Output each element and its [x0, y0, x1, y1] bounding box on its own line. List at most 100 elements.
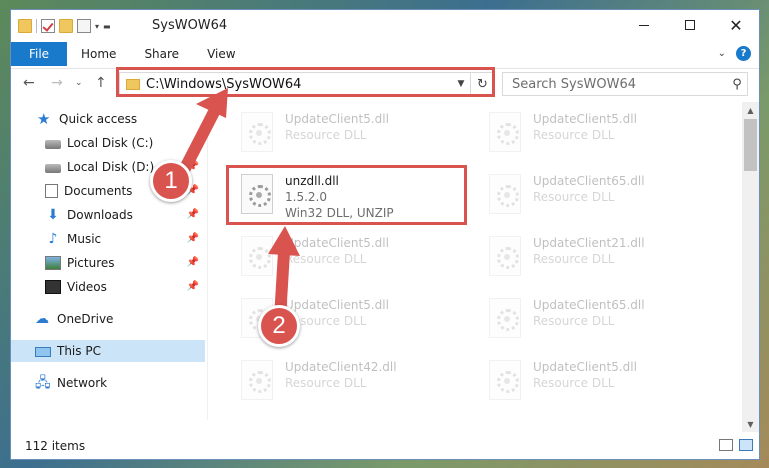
- sidebar-item-label: Documents: [64, 184, 133, 198]
- sidebar-item-quick-access[interactable]: ★ Quick access: [37, 108, 205, 130]
- minimize-icon: [639, 24, 649, 26]
- close-button[interactable]: ✕: [713, 10, 759, 40]
- maximize-button[interactable]: [667, 10, 713, 40]
- documents-icon: [45, 184, 58, 198]
- search-icon[interactable]: ⚲: [727, 77, 747, 92]
- large-icons-view-icon[interactable]: [739, 439, 753, 451]
- dll-file-icon: [489, 174, 521, 214]
- sidebar-item-label: OneDrive: [57, 312, 114, 326]
- toolbar-divider: [36, 19, 37, 33]
- file-type: Resource DLL: [533, 376, 615, 390]
- status-bar: 112 items: [11, 434, 759, 458]
- pin-icon[interactable]: 📌: [187, 209, 199, 220]
- file-item[interactable]: UpdateClient65.dll Resource DLL: [481, 294, 713, 346]
- pictures-icon: [45, 256, 61, 270]
- title-bar: ▾ ▬ SysWOW64 ✕: [11, 10, 759, 42]
- file-name: UpdateClient65.dll: [533, 298, 645, 312]
- folder-icon[interactable]: [18, 19, 32, 33]
- recent-locations-icon[interactable]: ⌄: [75, 78, 83, 88]
- file-type: Resource DLL: [285, 128, 367, 142]
- chevron-down-icon[interactable]: ▾: [95, 22, 99, 31]
- sidebar-item-network[interactable]: 🖧 Network: [11, 372, 205, 394]
- scroll-up-icon[interactable]: ▲: [742, 102, 759, 118]
- new-folder-icon[interactable]: [59, 19, 73, 33]
- pin-icon[interactable]: 📌: [187, 257, 199, 268]
- expand-ribbon-icon[interactable]: ⌄: [718, 48, 726, 59]
- file-item[interactable]: UpdateClient5.dll Resource DLL: [233, 232, 465, 284]
- file-type: Resource DLL: [285, 252, 367, 266]
- file-name: UpdateClient5.dll: [533, 360, 637, 374]
- sidebar-item-local-disk-c[interactable]: Local Disk (C:): [11, 132, 205, 154]
- file-highlight: [226, 165, 467, 225]
- forward-arrow-icon[interactable]: →: [51, 75, 63, 91]
- file-item[interactable]: UpdateClient5.dll Resource DLL: [481, 356, 713, 408]
- quick-access-toolbar: ▾ ▬: [18, 17, 111, 35]
- quick-access-menu-icon[interactable]: ▬: [103, 22, 111, 31]
- sidebar-item-onedrive[interactable]: ☁ OneDrive: [11, 308, 205, 330]
- disk-icon: [45, 140, 61, 149]
- sidebar-item-pictures[interactable]: Pictures 📌: [11, 252, 205, 274]
- file-type: Resource DLL: [533, 190, 615, 204]
- star-icon: ★: [37, 110, 51, 128]
- pane-divider[interactable]: [207, 98, 208, 420]
- file-name: UpdateClient5.dll: [533, 112, 637, 126]
- file-list: UpdateClient5.dll Resource DLL UpdateCli…: [217, 102, 737, 422]
- ribbon-right-controls: ⌄ ?: [718, 46, 751, 61]
- sidebar-item-label: Videos: [67, 280, 107, 294]
- view-switcher: [719, 439, 753, 451]
- file-item[interactable]: UpdateClient5.dll Resource DLL: [233, 108, 465, 160]
- file-type: Resource DLL: [533, 128, 615, 142]
- details-view-icon[interactable]: [719, 439, 733, 451]
- file-item[interactable]: UpdateClient21.dll Resource DLL: [481, 232, 713, 284]
- file-name: UpdateClient65.dll: [533, 174, 645, 188]
- network-icon: 🖧: [35, 375, 51, 391]
- pin-icon[interactable]: 📌: [187, 233, 199, 244]
- sidebar-item-label: Network: [57, 376, 108, 390]
- cloud-icon: ☁: [35, 311, 49, 327]
- file-item[interactable]: UpdateClient42.dll Resource DLL: [233, 356, 465, 408]
- file-type: Resource DLL: [285, 376, 367, 390]
- pin-icon[interactable]: 📌: [187, 281, 199, 292]
- properties-check-icon[interactable]: [41, 19, 55, 33]
- close-icon: ✕: [729, 15, 743, 35]
- sidebar-item-label: Music: [67, 232, 102, 246]
- scroll-down-icon[interactable]: ▼: [742, 416, 759, 432]
- sidebar-item-label: This PC: [57, 344, 101, 358]
- vertical-scrollbar[interactable]: ▲ ▼: [742, 102, 759, 432]
- file-name: UpdateClient5.dll: [285, 112, 389, 126]
- maximize-icon: [685, 20, 695, 30]
- scroll-thumb[interactable]: [744, 119, 757, 171]
- file-type: Resource DLL: [533, 252, 615, 266]
- music-icon: ♪: [48, 231, 58, 247]
- file-item[interactable]: UpdateClient5.dll Resource DLL: [481, 108, 713, 160]
- up-arrow-icon[interactable]: ↑: [95, 75, 107, 91]
- tab-file[interactable]: File: [11, 42, 67, 66]
- dll-file-icon: [489, 236, 521, 276]
- sidebar-item-downloads[interactable]: ⬇ Downloads 📌: [11, 204, 205, 226]
- file-name: UpdateClient5.dll: [285, 298, 389, 312]
- disk-icon: [45, 164, 61, 173]
- window-title: SysWOW64: [152, 18, 228, 33]
- customize-icon[interactable]: [77, 19, 91, 33]
- search-input[interactable]: Search SysWOW64: [512, 77, 727, 92]
- tab-share[interactable]: Share: [130, 42, 193, 66]
- file-type: Resource DLL: [533, 314, 615, 328]
- tab-home[interactable]: Home: [67, 42, 130, 66]
- sidebar-item-label: Pictures: [67, 256, 115, 270]
- dll-file-icon: [241, 360, 273, 400]
- sidebar-item-this-pc[interactable]: This PC: [11, 340, 205, 362]
- help-icon[interactable]: ?: [736, 46, 751, 61]
- search-box[interactable]: Search SysWOW64 ⚲: [502, 72, 748, 96]
- computer-icon: [35, 347, 51, 357]
- downloads-icon: ⬇: [47, 207, 59, 223]
- dll-file-icon: [241, 112, 273, 152]
- sidebar-item-music[interactable]: ♪ Music 📌: [11, 228, 205, 250]
- tab-view[interactable]: View: [193, 42, 249, 66]
- file-item[interactable]: UpdateClient65.dll Resource DLL: [481, 170, 713, 222]
- step-1-badge: 1: [150, 160, 192, 202]
- dll-file-icon: [489, 360, 521, 400]
- sidebar-item-videos[interactable]: Videos 📌: [11, 276, 205, 298]
- minimize-button[interactable]: [621, 10, 667, 40]
- sidebar-item-label: Downloads: [67, 208, 133, 222]
- back-arrow-icon[interactable]: ←: [23, 75, 35, 91]
